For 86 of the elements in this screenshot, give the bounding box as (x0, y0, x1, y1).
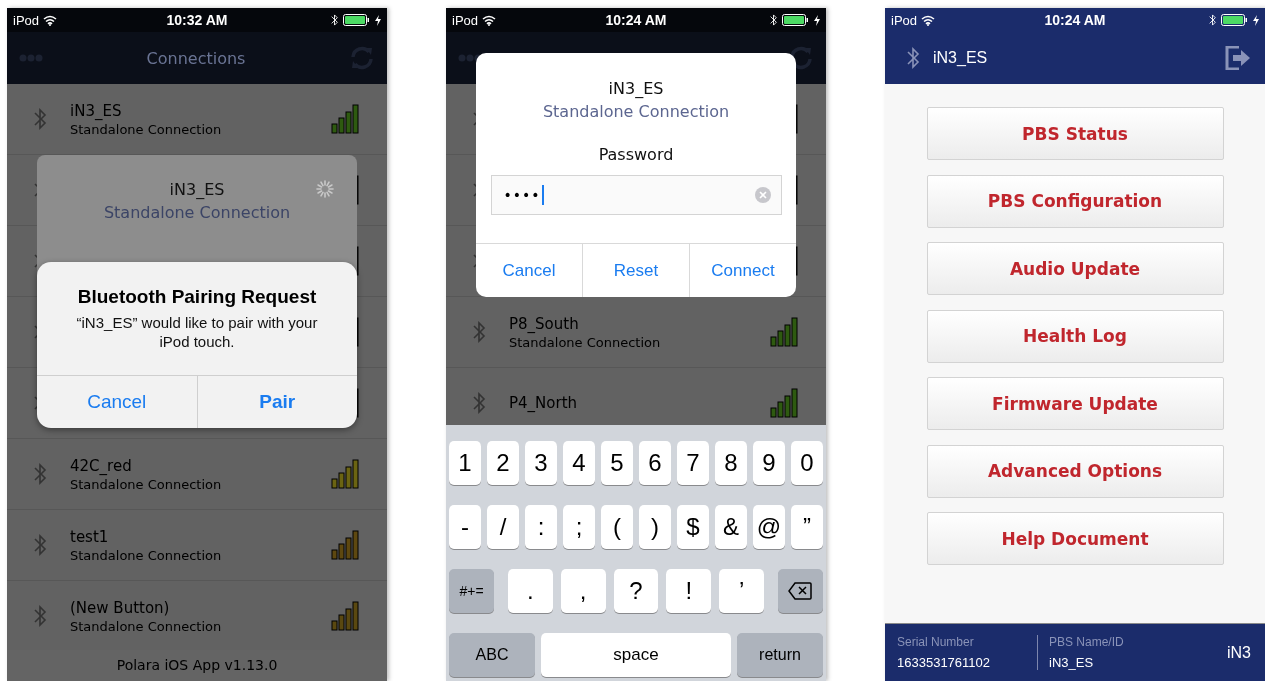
key[interactable]: 3 (525, 441, 557, 485)
dialog-title: iN3_ES (169, 180, 225, 199)
key[interactable]: 1 (449, 441, 481, 485)
delete-key[interactable] (778, 569, 823, 613)
key[interactable]: return (737, 633, 823, 677)
menu-button[interactable]: Health Log (926, 309, 1224, 363)
cancel-button[interactable]: Cancel (37, 376, 197, 428)
password-field[interactable]: •••• (490, 175, 782, 215)
menu-button[interactable]: PBS Configuration (926, 174, 1224, 228)
key[interactable]: 9 (753, 441, 785, 485)
key[interactable]: & (715, 505, 747, 549)
status-time: 10:24 AM (1044, 12, 1106, 28)
menu-button[interactable]: PBS Status (926, 107, 1224, 160)
key[interactable]: 2 (487, 441, 519, 485)
key[interactable]: ; (563, 505, 595, 549)
key[interactable]: 0 (791, 441, 823, 485)
device-name: iN3_ES (70, 101, 123, 120)
connection-type: Standalone Connection (70, 618, 223, 634)
field-value: 1633531761102 (897, 655, 992, 670)
device-name: test1 (70, 527, 110, 546)
key[interactable]: 4 (563, 441, 595, 485)
screen-title: Connections (146, 48, 246, 68)
key[interactable]: ( (601, 505, 633, 549)
key[interactable]: 7 (677, 441, 709, 485)
key[interactable]: ’ (719, 569, 764, 613)
app-version: Polara iOS App v1.13.0 (7, 650, 387, 681)
connection-type: Standalone Connection (509, 334, 662, 350)
wifi-icon (482, 14, 497, 26)
battery-icon (1221, 14, 1249, 26)
charging-icon (814, 14, 820, 26)
exit-icon[interactable] (1225, 46, 1251, 70)
key[interactable]: , (560, 569, 606, 613)
key[interactable]: ” (791, 505, 823, 549)
menu-button[interactable]: Help Document (926, 512, 1224, 565)
menu-button[interactable]: Advanced Options (926, 444, 1224, 498)
charging-icon (375, 14, 381, 26)
cancel-button[interactable]: Cancel (476, 244, 582, 297)
key[interactable]: - (449, 505, 481, 549)
device-name: 42C_red (70, 456, 133, 475)
key[interactable]: : (525, 505, 557, 549)
key[interactable]: #+= (449, 569, 494, 613)
charging-icon (1253, 14, 1259, 26)
carrier-label: iPod (452, 12, 479, 28)
battery-icon (343, 14, 371, 26)
reset-button[interactable]: Reset (582, 244, 689, 297)
connect-button[interactable]: Connect (689, 244, 796, 297)
device-name: P8_South (509, 314, 580, 333)
dialog-title: iN3_ES (608, 79, 664, 98)
menu-button[interactable]: Audio Update (926, 242, 1224, 295)
carrier-label: iPod (891, 12, 918, 28)
device-name: P4_North (509, 394, 579, 412)
dialog-subtitle: Standalone Connection (542, 102, 730, 121)
dialog-subtitle: Standalone Connection (103, 203, 291, 222)
backspace-icon (788, 582, 813, 600)
key[interactable]: ) (639, 505, 671, 549)
connection-type: Standalone Connection (70, 476, 223, 492)
pair-button[interactable]: Pair (196, 376, 357, 428)
status-time: 10:24 AM (605, 12, 667, 28)
battery-icon (782, 14, 810, 26)
carrier-label: iPod (13, 12, 40, 28)
status-time: 10:32 AM (166, 12, 228, 28)
key[interactable]: @ (753, 505, 785, 549)
key[interactable]: ABC (449, 633, 535, 677)
key[interactable]: ! (666, 569, 712, 613)
field-label: PBS Name/ID (1049, 635, 1125, 649)
connection-type: Standalone Connection (70, 547, 223, 563)
key[interactable]: 8 (715, 441, 747, 485)
key[interactable]: $ (677, 505, 709, 549)
device-name: (New Button) (70, 598, 171, 617)
key[interactable]: 5 (601, 441, 633, 485)
brand-label: iN3 (1227, 643, 1251, 662)
field-value: iN3_ES (1049, 655, 1095, 670)
device-title: iN3_ES (933, 49, 989, 67)
connection-type: Standalone Connection (70, 121, 223, 137)
wifi-icon (921, 14, 936, 26)
password-label: Password (598, 145, 674, 164)
alert-message: “iN3_ES” would like to pair with your iPod touch. (75, 313, 319, 351)
key[interactable]: ? (613, 569, 659, 613)
key[interactable]: / (487, 505, 519, 549)
key[interactable]: 6 (639, 441, 671, 485)
wifi-icon (43, 14, 58, 26)
alert-title: Bluetooth Pairing Request (76, 286, 318, 308)
field-label: Serial Number (897, 635, 975, 649)
menu-button[interactable]: Firmware Update (926, 377, 1224, 430)
space-key[interactable]: space (541, 633, 731, 677)
key[interactable]: . (508, 569, 553, 613)
